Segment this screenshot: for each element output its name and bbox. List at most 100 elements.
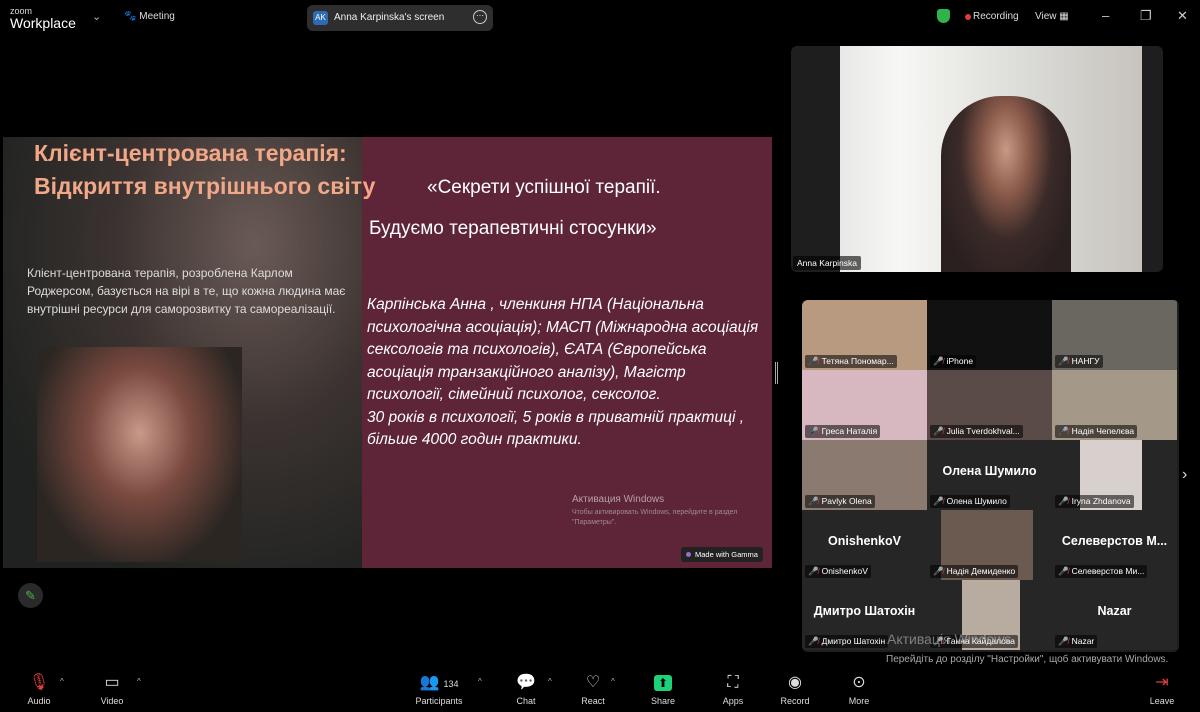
participant-tile[interactable]: 🎤̸ НАНГУ xyxy=(1052,300,1177,370)
meeting-menu[interactable]: 🐾 Meeting xyxy=(124,11,175,22)
participant-tile[interactable]: OnishenkoV 🎤̸ OnishenkoV xyxy=(802,510,927,580)
participant-display-name: Дмитро Шатохін xyxy=(813,604,916,618)
close-icon[interactable]: ✕ xyxy=(1177,8,1188,24)
participant-name-tag: 🎤̸ НАНГУ xyxy=(1055,355,1103,368)
participant-name: Тетяна Пономар... xyxy=(821,356,894,366)
participant-tile[interactable]: 🎤̸ Надія Демиденко xyxy=(927,510,1052,580)
made-with-gamma-badge[interactable]: Made with Gamma xyxy=(681,547,763,562)
chevron-down-icon[interactable]: ⌄ xyxy=(92,10,101,23)
active-speaker-video[interactable]: Anna Karpinska xyxy=(791,46,1163,272)
share-label: Share xyxy=(650,696,676,706)
screen-share-pill[interactable]: AK Anna Karpinska's screen ··· xyxy=(307,5,493,31)
participant-tile[interactable]: 🎤̸ Греса Наталія xyxy=(802,370,927,440)
meeting-label: Meeting xyxy=(139,11,175,22)
next-page-chevron-icon[interactable]: › xyxy=(1182,466,1187,484)
audio-caret-icon[interactable]: ^ xyxy=(60,677,64,686)
muted-mic-icon: 🎤̸ xyxy=(1058,496,1069,506)
apps-button[interactable]: ⛶ Apps xyxy=(718,668,748,706)
chat-button[interactable]: 💬 Chat xyxy=(512,668,540,706)
paw-icon: 🐾 xyxy=(124,11,137,22)
participants-button[interactable]: 👥 134 Participants xyxy=(410,668,468,706)
participant-tile[interactable]: 🎤̸ iPhone xyxy=(927,300,1052,370)
chat-caret-icon[interactable]: ^ xyxy=(548,677,552,686)
leave-button[interactable]: ⇥ Leave xyxy=(1146,668,1178,706)
share-label: Anna Karpinska's screen xyxy=(334,12,445,23)
more-label: More xyxy=(848,696,870,706)
participant-tile[interactable]: 🎤̸ Pavlyk Olena xyxy=(802,440,927,510)
heart-icon: ♡ xyxy=(585,674,601,691)
muted-mic-icon: 🎤̸ xyxy=(808,496,819,506)
more-button[interactable]: ⊙ More xyxy=(845,668,873,706)
participant-tile[interactable]: Nazar 🎤̸ Nazar xyxy=(1052,580,1177,650)
camera-icon: ▭ xyxy=(104,674,120,691)
audio-label: Audio xyxy=(27,696,51,706)
participants-label: Participants xyxy=(415,696,463,706)
audio-button[interactable]: 🎙 Audio xyxy=(22,668,56,706)
participant-display-name: Селеверстов M... xyxy=(1061,534,1168,548)
view-label: View xyxy=(1035,11,1057,22)
speaker-person xyxy=(941,96,1071,272)
view-button[interactable]: View ▦ xyxy=(1035,11,1069,22)
participant-name-tag: 🎤̸ Селеверстов Ми... xyxy=(1055,565,1148,578)
slide-title: Клієнт-центрована терапія: Відкриття вну… xyxy=(34,140,376,199)
participant-name-tag: 🎤̸ Надія Чепелєва xyxy=(1055,425,1138,438)
participant-name-tag: 🎤̸ Iryna Zhdanova xyxy=(1055,495,1134,508)
view-grid-icon: ▦ xyxy=(1059,11,1069,22)
participant-display-name: OnishenkoV xyxy=(828,534,901,548)
top-bar: zoom Workplace ⌄ 🐾 Meeting AK Anna Karpi… xyxy=(0,0,1200,36)
participant-name: Селеверстов Ми... xyxy=(1071,566,1145,576)
minimize-icon[interactable]: – xyxy=(1102,8,1109,23)
muted-mic-icon: 🎤̸ xyxy=(1058,636,1069,646)
shared-slide: Клієнт-центрована терапія: Відкриття вну… xyxy=(3,137,772,568)
participant-tile[interactable]: Селеверстов M... 🎤̸ Селеверстов Ми... xyxy=(1052,510,1177,580)
muted-mic-icon: 🎙 xyxy=(28,674,50,691)
participant-name: Nazar xyxy=(1071,636,1095,646)
record-label: Record xyxy=(780,696,810,706)
muted-mic-icon: 🎤̸ xyxy=(1058,566,1069,576)
muted-mic-icon: 🎤̸ xyxy=(808,566,819,576)
more-options-icon[interactable]: ··· xyxy=(473,10,487,24)
windows-activation-text: Перейдіть до розділу "Настройки", щоб ак… xyxy=(886,654,1169,665)
participant-name-tag: 🎤̸ Тетяна Пономар... xyxy=(805,355,897,368)
participant-tile[interactable]: 🎤̸ Julia Tverdokhval... xyxy=(927,370,1052,440)
record-button[interactable]: ◉ Record xyxy=(778,668,812,706)
video-button[interactable]: ▭ Video xyxy=(96,668,128,706)
participant-name-tag: 🎤̸ Греса Наталія xyxy=(805,425,881,438)
participant-display-name: Nazar xyxy=(1097,604,1132,618)
participant-display-name: Олена Шумило xyxy=(942,464,1037,478)
participant-name: НАНГУ xyxy=(1071,356,1100,366)
slide-left-panel: Клієнт-центрована терапія: Відкриття вну… xyxy=(3,137,375,568)
participant-name-tag: 🎤̸ Надія Демиденко xyxy=(930,565,1019,578)
participants-caret-icon[interactable]: ^ xyxy=(478,677,482,686)
recording-status[interactable]: Recording xyxy=(973,11,1019,22)
participant-tile[interactable]: 🎤̸ Надія Чепелєва xyxy=(1052,370,1177,440)
react-button[interactable]: ♡ React xyxy=(578,668,608,706)
video-caret-icon[interactable]: ^ xyxy=(137,677,141,686)
participant-name: Олена Шумило xyxy=(946,496,1007,506)
muted-mic-icon: 🎤̸ xyxy=(933,426,944,436)
shield-icon[interactable] xyxy=(937,9,950,23)
participant-name: Дмитро Шатохін xyxy=(821,636,886,646)
muted-mic-icon: 🎤̸ xyxy=(808,356,819,366)
react-caret-icon[interactable]: ^ xyxy=(611,677,615,686)
more-icon: ⊙ xyxy=(852,674,866,691)
participant-tile[interactable]: Олена Шумило 🎤̸ Олена Шумило xyxy=(927,440,1052,510)
participant-tile[interactable]: 🎤̸ Iryna Zhdanova xyxy=(1052,440,1177,510)
participant-tile[interactable]: 🎤̸ Тетяна Пономар... xyxy=(802,300,927,370)
share-button[interactable]: ⬆ Share xyxy=(648,668,678,706)
annotate-pen-icon[interactable]: ✎ xyxy=(18,583,43,608)
resize-handle[interactable] xyxy=(775,362,778,384)
participant-name-tag: 🎤̸ Олена Шумило xyxy=(930,495,1010,508)
participant-name: Julia Tverdokhval... xyxy=(946,426,1020,436)
restore-icon[interactable]: ❐ xyxy=(1140,8,1152,24)
muted-mic-icon: 🎤̸ xyxy=(933,356,944,366)
participant-name-tag: 🎤̸ Nazar xyxy=(1055,635,1098,648)
muted-mic-icon: 🎤̸ xyxy=(933,566,944,576)
participant-name: Греса Наталія xyxy=(821,426,878,436)
participant-gallery: 🎤̸ Тетяна Пономар... 🎤̸ iPhone 🎤̸ НАНГУ 🎤̸ Грес… xyxy=(802,300,1179,652)
bio-experience: 30 років в психології, 5 років в приватн… xyxy=(367,408,744,449)
share-arrow-icon: ⬆ xyxy=(648,668,678,696)
participant-name: Iryna Zhdanova xyxy=(1071,496,1131,506)
participant-name: Pavlyk Olena xyxy=(821,496,872,506)
chat-icon: 💬 xyxy=(516,674,536,691)
